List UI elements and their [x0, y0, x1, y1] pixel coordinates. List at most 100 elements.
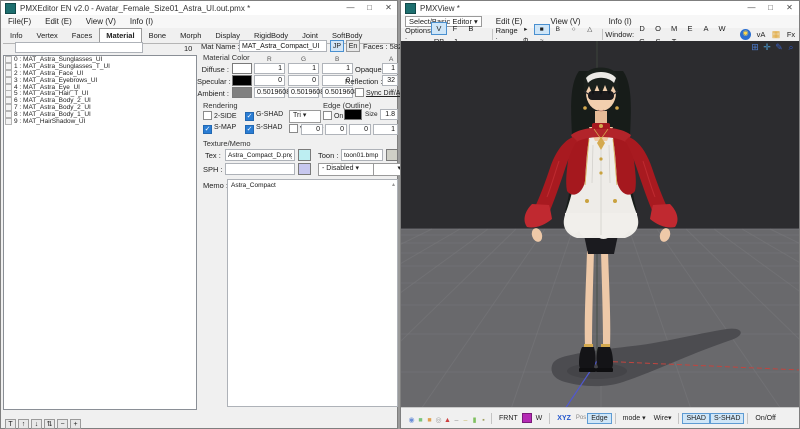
material-list-item[interactable]: 6 : MAT_Astra_Body_2_UI — [4, 97, 196, 104]
material-list-item[interactable]: 8 : MAT_Astra_Body_1_UI — [4, 111, 196, 118]
status-icon[interactable]: ◎ — [434, 416, 443, 424]
editor-tab[interactable]: Material — [99, 28, 141, 43]
reflection-value[interactable]: 32 — [382, 75, 398, 86]
window-toggle-button[interactable]: M — [666, 22, 682, 35]
editor-menu-item[interactable]: File(F) — [1, 17, 38, 26]
ambient-swatch[interactable] — [232, 87, 252, 98]
mode-dropdown[interactable]: mode ▾ — [619, 412, 650, 424]
view-maximize-button[interactable]: □ — [761, 1, 780, 14]
window-toggle-button[interactable]: O — [650, 22, 666, 35]
memo-scroll-icon[interactable]: ▴ — [392, 181, 395, 188]
diffuse-b[interactable]: 1 — [322, 63, 353, 74]
range-option-button[interactable]: △ — [582, 23, 598, 35]
editor-minimize-button[interactable]: — — [341, 1, 360, 14]
window-toggle-button[interactable]: A — [698, 22, 714, 35]
shad-toggle-button[interactable]: SHAD — [682, 413, 709, 424]
s-shad-checkbox[interactable] — [245, 125, 254, 134]
material-list-item[interactable]: 1 : MAT_Astra_Sunglasses_T_UI — [4, 63, 196, 70]
editor-tab[interactable]: Bone — [142, 28, 174, 43]
sshad-toggle-button[interactable]: S-SHAD — [710, 413, 744, 424]
sph-input[interactable] — [225, 163, 295, 175]
edge-toggle-button[interactable]: Edge — [587, 413, 611, 424]
editor-menu-item[interactable]: Info (I) — [123, 17, 160, 26]
editor-close-button[interactable]: ✕ — [379, 1, 398, 14]
status-icon[interactable]: ◉ — [407, 416, 416, 424]
edge-r[interactable]: 0 — [301, 124, 323, 135]
viewport-tool-icon[interactable]: ✛ — [761, 41, 773, 53]
ambient-b[interactable]: 0.5019608 — [322, 87, 353, 98]
material-list-item[interactable]: 5 : MAT_Astra_Hair_T_UI — [4, 90, 196, 97]
window-toggle-button[interactable]: E — [682, 22, 698, 35]
sync-diff-amb-checkbox[interactable] — [355, 88, 364, 97]
gshad-mode-dropdown[interactable]: Tri ▾ — [289, 110, 321, 123]
material-list-item[interactable]: 3 : MAT_Astra_Eyebrows_UI — [4, 77, 196, 84]
range-option-button[interactable]: ▸ — [518, 23, 534, 35]
sph-preview-swatch[interactable] — [298, 163, 311, 175]
status-icon[interactable]: ▪ — [479, 417, 488, 424]
specular-swatch[interactable] — [232, 75, 252, 86]
edge-color-swatch[interactable] — [344, 109, 362, 120]
v-color-checkbox[interactable] — [289, 124, 298, 133]
s-map-checkbox[interactable] — [203, 125, 212, 134]
specular-g[interactable]: 0 — [288, 75, 319, 86]
xyz-button[interactable]: XYZ — [553, 413, 575, 424]
tex-input[interactable] — [225, 149, 295, 161]
window-toggle-button[interactable]: W — [714, 22, 730, 35]
toon-preview-swatch[interactable] — [386, 149, 398, 161]
specular-r[interactable]: 0 — [254, 75, 285, 86]
tex-preview-swatch[interactable] — [298, 149, 311, 161]
opaque-value[interactable]: 1 — [382, 63, 398, 74]
range-option-button[interactable]: ○ — [566, 24, 582, 35]
wire-dropdown[interactable]: Wire▾ — [650, 412, 676, 424]
editor-maximize-button[interactable]: □ — [360, 1, 379, 14]
status-icon[interactable]: ▮ — [470, 416, 479, 424]
editor-tab[interactable]: Info — [3, 28, 30, 43]
sph-mode-dropdown[interactable]: - Disabled ▾ — [318, 163, 374, 176]
pos-button[interactable]: Pos — [575, 414, 587, 422]
memo-textarea[interactable]: Astra_Compact ▴ — [227, 179, 398, 407]
material-list-item[interactable]: 9 : MAT_HairShadow_UI — [4, 118, 196, 125]
fx-button[interactable]: Fx — [783, 28, 799, 41]
diffuse-swatch[interactable] — [232, 63, 252, 74]
editor-titlebar[interactable]: PMXEditor EN v2.0 - Avatar_Female_Size01… — [1, 1, 397, 15]
status-icon[interactable]: ▲ — [443, 417, 452, 424]
va-button[interactable]: vA — [753, 28, 769, 41]
material-list-item[interactable]: 7 : MAT_Astra_Body_2_UI — [4, 104, 196, 111]
onoff-button[interactable]: On/Off — [751, 413, 780, 424]
material-list-item[interactable]: 4 : MAT_Astra_Eye_UI — [4, 84, 196, 91]
status-icon[interactable]: – — [452, 417, 461, 424]
globe-icon[interactable]: ◉ — [740, 29, 751, 40]
ambient-g[interactable]: 0.5019608 — [288, 87, 319, 98]
select-mode-button[interactable]: V — [431, 22, 447, 35]
range-option-button[interactable]: B — [550, 24, 566, 35]
viewport-tool-icon[interactable]: ✎ — [773, 41, 785, 53]
status-icon[interactable]: ■ — [416, 417, 425, 424]
material-list-item[interactable]: 0 : MAT_Astra_Sunglasses_UI — [4, 56, 196, 63]
range-option-button[interactable]: ■ — [534, 24, 550, 35]
two-side-checkbox[interactable] — [203, 111, 212, 120]
editor-menu-item[interactable]: View (V) — [79, 17, 123, 26]
list-edit-button[interactable]: − — [57, 419, 68, 429]
edge-on-checkbox[interactable] — [323, 111, 332, 120]
editor-menu-item[interactable]: Edit (E) — [38, 17, 79, 26]
material-list[interactable]: 0 : MAT_Astra_Sunglasses_UI1 : MAT_Astra… — [3, 55, 197, 410]
viewport-tool-icon[interactable]: ⊞ — [749, 41, 761, 53]
edge-g[interactable]: 0 — [325, 124, 347, 135]
viewport-tool-icon[interactable]: ⌕ — [785, 41, 797, 53]
frnt-button[interactable]: FRNT — [495, 413, 522, 424]
diffuse-g[interactable]: 1 — [288, 63, 319, 74]
editor-tab[interactable]: Faces — [65, 28, 99, 43]
editor-tab[interactable]: Vertex — [30, 28, 65, 43]
ambient-r[interactable]: 0.5019608 — [254, 87, 285, 98]
en-name-button[interactable]: En — [346, 40, 360, 52]
status-icon[interactable]: – — [461, 417, 470, 424]
material-filter-input[interactable] — [15, 42, 143, 53]
list-edit-button[interactable]: ↓ — [31, 419, 42, 429]
3d-viewport[interactable]: ⊞✛✎⌕ — [401, 41, 799, 409]
edge-size-value[interactable]: 1.8 — [380, 109, 398, 120]
select-mode-button[interactable]: F — [447, 22, 463, 35]
g-shad-checkbox[interactable] — [245, 112, 254, 121]
material-list-item[interactable]: 2 : MAT_Astra_Face_UI — [4, 70, 196, 77]
mat-name-input[interactable] — [239, 40, 327, 52]
toon-input[interactable] — [341, 149, 383, 161]
